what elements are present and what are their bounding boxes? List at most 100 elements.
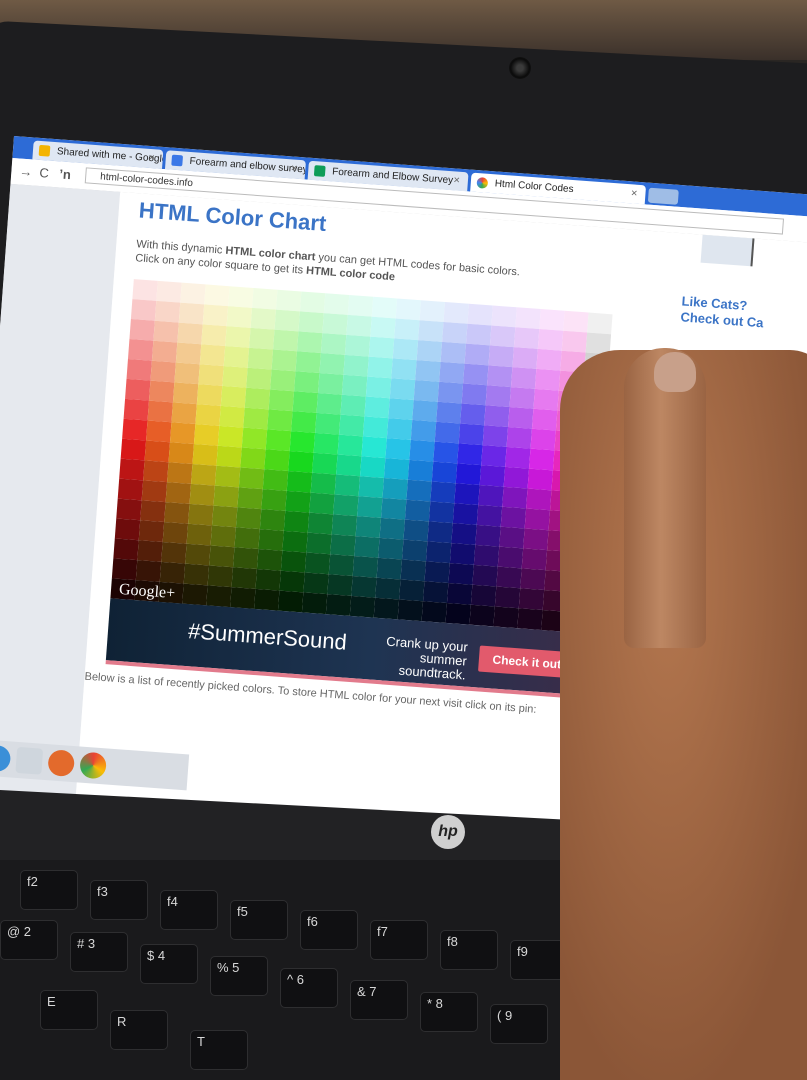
color-swatch[interactable] xyxy=(303,572,329,595)
color-swatch[interactable] xyxy=(475,524,501,547)
color-swatch[interactable] xyxy=(392,338,419,361)
keyboard-key[interactable]: f6 xyxy=(300,910,358,950)
color-swatch[interactable] xyxy=(406,479,432,502)
color-swatch[interactable] xyxy=(247,347,274,370)
color-swatch[interactable] xyxy=(530,428,556,451)
color-swatch[interactable] xyxy=(419,300,445,322)
color-swatch[interactable] xyxy=(460,403,486,426)
color-swatch[interactable] xyxy=(473,544,500,567)
color-swatch[interactable] xyxy=(286,470,313,493)
color-swatch[interactable] xyxy=(491,305,517,328)
color-swatch[interactable] xyxy=(180,282,206,305)
color-swatch[interactable] xyxy=(452,503,479,525)
color-swatch[interactable] xyxy=(466,323,492,346)
color-swatch[interactable] xyxy=(395,298,422,321)
color-swatch[interactable] xyxy=(386,418,413,440)
color-swatch[interactable] xyxy=(279,570,305,593)
color-swatch[interactable] xyxy=(213,485,239,508)
color-swatch[interactable] xyxy=(394,318,420,341)
color-swatch[interactable] xyxy=(231,567,257,589)
color-swatch[interactable] xyxy=(331,514,358,537)
color-swatch[interactable] xyxy=(415,360,441,382)
color-swatch[interactable] xyxy=(140,500,166,523)
color-swatch[interactable] xyxy=(476,504,503,527)
color-swatch[interactable] xyxy=(327,574,353,596)
color-swatch[interactable] xyxy=(437,381,464,404)
keyboard-key[interactable]: $ 4 xyxy=(140,944,198,984)
color-swatch[interactable] xyxy=(178,302,205,325)
color-swatch[interactable] xyxy=(506,426,532,449)
color-swatch[interactable] xyxy=(274,309,300,332)
color-swatch[interactable] xyxy=(391,358,417,381)
color-swatch[interactable] xyxy=(436,401,462,424)
color-swatch[interactable] xyxy=(512,347,538,369)
color-swatch[interactable] xyxy=(190,463,217,486)
color-swatch[interactable] xyxy=(412,399,438,422)
color-swatch[interactable] xyxy=(515,307,541,329)
color-swatch[interactable] xyxy=(261,489,287,511)
color-swatch[interactable] xyxy=(382,478,408,500)
color-swatch[interactable] xyxy=(199,344,226,366)
color-swatch[interactable] xyxy=(292,391,318,413)
color-swatch[interactable] xyxy=(319,353,345,375)
color-swatch[interactable] xyxy=(509,387,535,409)
color-swatch[interactable] xyxy=(421,601,447,623)
color-swatch[interactable] xyxy=(385,438,411,460)
color-swatch[interactable] xyxy=(122,418,148,441)
color-swatch[interactable] xyxy=(146,420,172,443)
color-swatch[interactable] xyxy=(234,527,260,550)
color-swatch[interactable] xyxy=(188,503,214,526)
keyboard-key[interactable]: ^ 6 xyxy=(280,968,338,1008)
color-swatch[interactable] xyxy=(162,522,189,544)
color-swatch[interactable] xyxy=(210,525,236,548)
color-swatch[interactable] xyxy=(521,548,548,571)
keyboard-key[interactable]: ( 9 xyxy=(490,1004,548,1044)
color-swatch[interactable] xyxy=(463,363,489,386)
color-swatch[interactable] xyxy=(403,519,429,542)
color-swatch[interactable] xyxy=(379,517,405,540)
color-swatch[interactable] xyxy=(127,338,154,361)
color-swatch[interactable] xyxy=(217,425,244,448)
color-swatch[interactable] xyxy=(301,592,328,615)
color-swatch[interactable] xyxy=(312,452,338,475)
home-icon[interactable]: ʼn xyxy=(59,166,72,182)
color-swatch[interactable] xyxy=(259,509,286,531)
color-swatch[interactable] xyxy=(337,434,363,457)
color-swatch[interactable] xyxy=(505,446,531,469)
color-swatch[interactable] xyxy=(503,466,530,489)
color-swatch[interactable] xyxy=(402,539,428,562)
color-swatch[interactable] xyxy=(472,564,498,587)
color-swatch[interactable] xyxy=(367,356,393,379)
color-swatch[interactable] xyxy=(431,461,458,484)
color-swatch[interactable] xyxy=(159,561,186,584)
color-swatch[interactable] xyxy=(513,327,540,349)
color-swatch[interactable] xyxy=(454,483,480,505)
color-swatch[interactable] xyxy=(243,407,269,430)
close-icon[interactable]: × xyxy=(630,184,638,203)
color-swatch[interactable] xyxy=(186,523,213,546)
color-swatch[interactable] xyxy=(485,385,511,408)
color-swatch[interactable] xyxy=(320,333,347,355)
color-swatch[interactable] xyxy=(344,334,371,357)
color-swatch[interactable] xyxy=(529,448,555,471)
file-explorer-icon[interactable] xyxy=(15,746,44,775)
color-swatch[interactable] xyxy=(313,432,340,455)
color-swatch[interactable] xyxy=(397,599,424,622)
color-swatch[interactable] xyxy=(510,367,537,389)
color-swatch[interactable] xyxy=(448,563,474,585)
color-swatch[interactable] xyxy=(280,550,307,573)
color-swatch[interactable] xyxy=(167,462,193,484)
color-swatch[interactable] xyxy=(341,374,368,397)
color-swatch[interactable] xyxy=(328,554,355,576)
forward-icon[interactable]: → xyxy=(19,164,33,180)
color-swatch[interactable] xyxy=(148,380,175,403)
color-swatch[interactable] xyxy=(240,447,266,470)
color-swatch[interactable] xyxy=(299,291,326,314)
color-swatch[interactable] xyxy=(482,425,509,447)
color-swatch[interactable] xyxy=(315,412,341,435)
color-swatch[interactable] xyxy=(349,595,376,618)
color-swatch[interactable] xyxy=(497,546,524,569)
color-swatch[interactable] xyxy=(264,449,290,471)
color-swatch[interactable] xyxy=(171,402,197,425)
color-swatch[interactable] xyxy=(484,405,510,427)
